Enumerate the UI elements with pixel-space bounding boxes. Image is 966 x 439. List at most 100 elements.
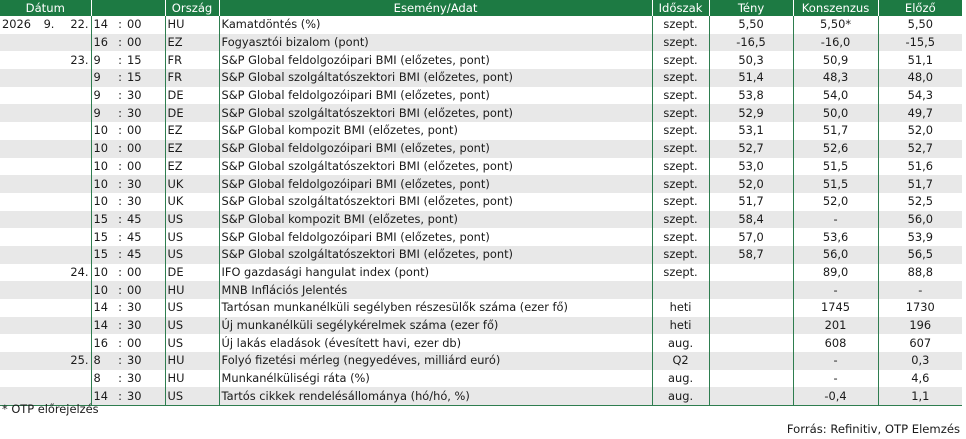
cell-period: szept.: [652, 122, 710, 140]
cell-actual: 53,0: [709, 157, 794, 176]
cell-consensus: 52,6: [793, 139, 879, 158]
cell-period: heti: [652, 299, 710, 317]
cell-month: [37, 281, 61, 299]
cell-actual: 58,4: [709, 210, 794, 229]
cell-event: S&P Global feldolgozóipari BMI (előzetes…: [219, 139, 653, 158]
cell-consensus: 51,7: [793, 122, 879, 140]
cell-consensus: -16,0: [793, 33, 879, 52]
table-row: 10:30 UK S&P Global szolgáltatószektori BM…: [0, 192, 963, 211]
cell-year: [0, 245, 37, 264]
cell-previous: 48,0: [878, 69, 963, 87]
cell-period: aug.: [652, 334, 710, 353]
cell-year: [0, 86, 37, 105]
cell-hour: 9: [91, 104, 116, 123]
cell-country: UK: [165, 192, 220, 211]
cell-year: [0, 263, 37, 282]
cell-previous: 56,0: [878, 210, 963, 229]
cell-country: DE: [165, 263, 220, 282]
table-row: 10:00 EZ S&P Global feldolgozóipari BMI (e…: [0, 139, 963, 158]
cell-previous: 5,50: [878, 16, 963, 34]
cell-event: S&P Global kompozit BMI (előzetes, pont): [219, 122, 653, 140]
cell-country: FR: [165, 51, 220, 70]
cell-country: HU: [165, 16, 220, 34]
table-row: 2026 9. 22. 14:00 HU Kamatdöntés (%) szept. 5,5…: [0, 16, 963, 34]
cell-previous: 607: [878, 334, 963, 353]
cell-year: [0, 316, 37, 335]
cell-country: HU: [165, 352, 220, 370]
cell-actual: 58,7: [709, 245, 794, 264]
cell-month: [37, 299, 61, 317]
cell-consensus: -: [793, 352, 879, 370]
header-date: Dátum: [0, 0, 92, 16]
cell-actual: -16,5: [709, 33, 794, 52]
cell-event: S&P Global szolgáltatószektori BMI (előz…: [219, 69, 653, 87]
cell-country: FR: [165, 69, 220, 87]
table-row: 25. 8:30 HU Folyó fizetési mérleg (negyedév…: [0, 352, 963, 370]
cell-year: [0, 228, 37, 246]
cell-consensus: 51,5: [793, 175, 879, 193]
table-row: 24. 10:00 DE IFO gazdasági hangulat index (…: [0, 263, 963, 282]
cell-event: MNB Inflációs Jelentés: [219, 281, 653, 299]
table-row: 14:30 US Tartósan munkanélküli segélyben r…: [0, 299, 963, 317]
cell-consensus: 201: [793, 316, 879, 335]
cell-month: [37, 369, 61, 388]
footnote: * OTP előrejelzés: [2, 402, 99, 416]
cell-period: aug.: [652, 369, 710, 388]
cell-actual: [709, 316, 794, 335]
cell-month: 9.: [37, 16, 61, 34]
cell-hour: 10: [91, 122, 116, 140]
cell-minute: 45: [125, 245, 166, 264]
header-previous: Előző: [877, 0, 963, 16]
cell-minute: 45: [125, 210, 166, 229]
cell-event: Munkanélküliségi ráta (%): [219, 369, 653, 388]
cell-month: [37, 334, 61, 353]
cell-event: S&P Global szolgáltatószektori BMI (előz…: [219, 104, 653, 123]
cell-time-separator: :: [115, 281, 126, 299]
cell-period: szept.: [652, 175, 710, 193]
cell-hour: 16: [91, 33, 116, 52]
table-row: 15:45 US S&P Global kompozit BMI (előzetes…: [0, 210, 963, 229]
cell-previous: 51,7: [878, 175, 963, 193]
cell-year: [0, 352, 37, 370]
cell-event: S&P Global kompozit BMI (előzetes, pont): [219, 210, 653, 229]
cell-hour: 15: [91, 245, 116, 264]
cell-month: [37, 51, 61, 70]
cell-hour: 9: [91, 69, 116, 87]
cell-minute: 00: [125, 16, 166, 34]
cell-hour: 10: [91, 157, 116, 176]
cell-country: EZ: [165, 157, 220, 176]
cell-year: [0, 69, 37, 87]
cell-actual: 53,1: [709, 122, 794, 140]
cell-consensus: 53,6: [793, 228, 879, 246]
cell-consensus: 51,5: [793, 157, 879, 176]
cell-previous: -: [878, 281, 963, 299]
cell-country: US: [165, 334, 220, 353]
cell-previous: 88,8: [878, 263, 963, 282]
cell-time-separator: :: [115, 245, 126, 264]
cell-day: [61, 281, 92, 299]
cell-time-separator: :: [115, 192, 126, 211]
cell-day: [61, 175, 92, 193]
cell-period: Q2: [652, 352, 710, 370]
cell-actual: [709, 387, 794, 407]
cell-month: [37, 352, 61, 370]
cell-hour: 9: [91, 51, 116, 70]
cell-day: [61, 86, 92, 105]
cell-hour: 10: [91, 281, 116, 299]
cell-event: Folyó fizetési mérleg (negyedéves, milli…: [219, 352, 653, 370]
cell-minute: 00: [125, 122, 166, 140]
cell-event: Új munkanélküli segélykérelmek száma (ez…: [219, 316, 653, 335]
cell-hour: 14: [91, 299, 116, 317]
cell-month: [37, 157, 61, 176]
cell-year: [0, 299, 37, 317]
cell-previous: 51,1: [878, 51, 963, 70]
cell-minute: 30: [125, 316, 166, 335]
cell-day: 23.: [61, 51, 92, 70]
cell-day: [61, 104, 92, 123]
cell-previous: 51,6: [878, 157, 963, 176]
cell-time-separator: :: [115, 352, 126, 370]
cell-period: szept.: [652, 33, 710, 52]
cell-previous: 52,5: [878, 192, 963, 211]
cell-event: Kamatdöntés (%): [219, 16, 653, 34]
cell-country: UK: [165, 175, 220, 193]
